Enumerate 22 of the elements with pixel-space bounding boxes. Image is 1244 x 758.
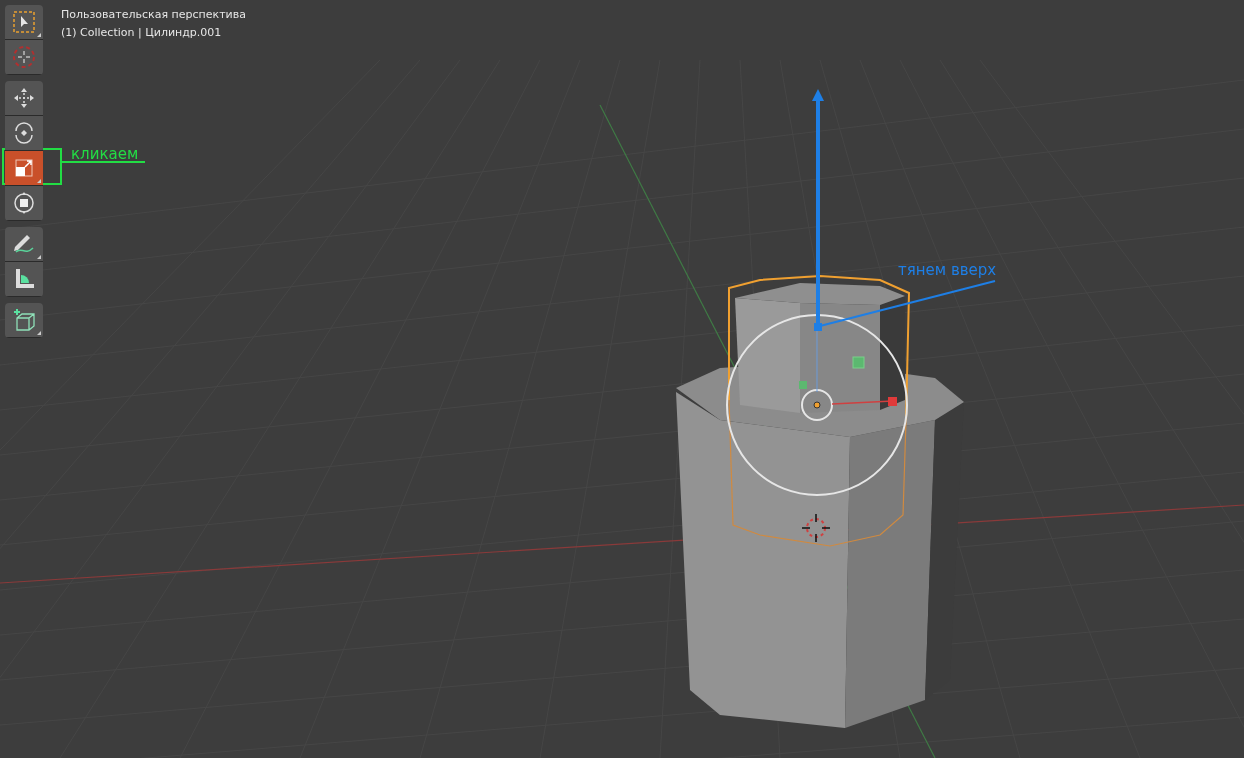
move-arrows-icon — [12, 86, 36, 110]
rotate-icon — [12, 121, 36, 145]
corner-triangle-icon — [37, 331, 41, 335]
tool-button[interactable] — [5, 40, 43, 75]
tool-button[interactable] — [5, 151, 43, 186]
transform-icon — [12, 191, 36, 215]
tool-button[interactable] — [5, 116, 43, 151]
select-box-icon — [13, 11, 35, 33]
tool-button[interactable] — [5, 81, 43, 116]
cursor-icon — [12, 45, 36, 69]
add-cube-icon — [11, 307, 37, 333]
tool-button[interactable] — [5, 227, 43, 262]
annotation-text: кликаем — [71, 144, 139, 165]
collection-label: (1) Collection | Цилиндр.001 — [61, 25, 223, 41]
scale-icon — [13, 157, 35, 179]
tool-button[interactable] — [5, 303, 43, 338]
3d-cursor-icon — [801, 513, 831, 543]
annotation-text: тянем вверх — [898, 260, 997, 281]
tool-button[interactable] — [5, 5, 43, 40]
tool-button[interactable] — [5, 262, 43, 297]
tool-button[interactable] — [5, 186, 43, 221]
view-title: Пользовательская перспектива — [61, 7, 246, 23]
